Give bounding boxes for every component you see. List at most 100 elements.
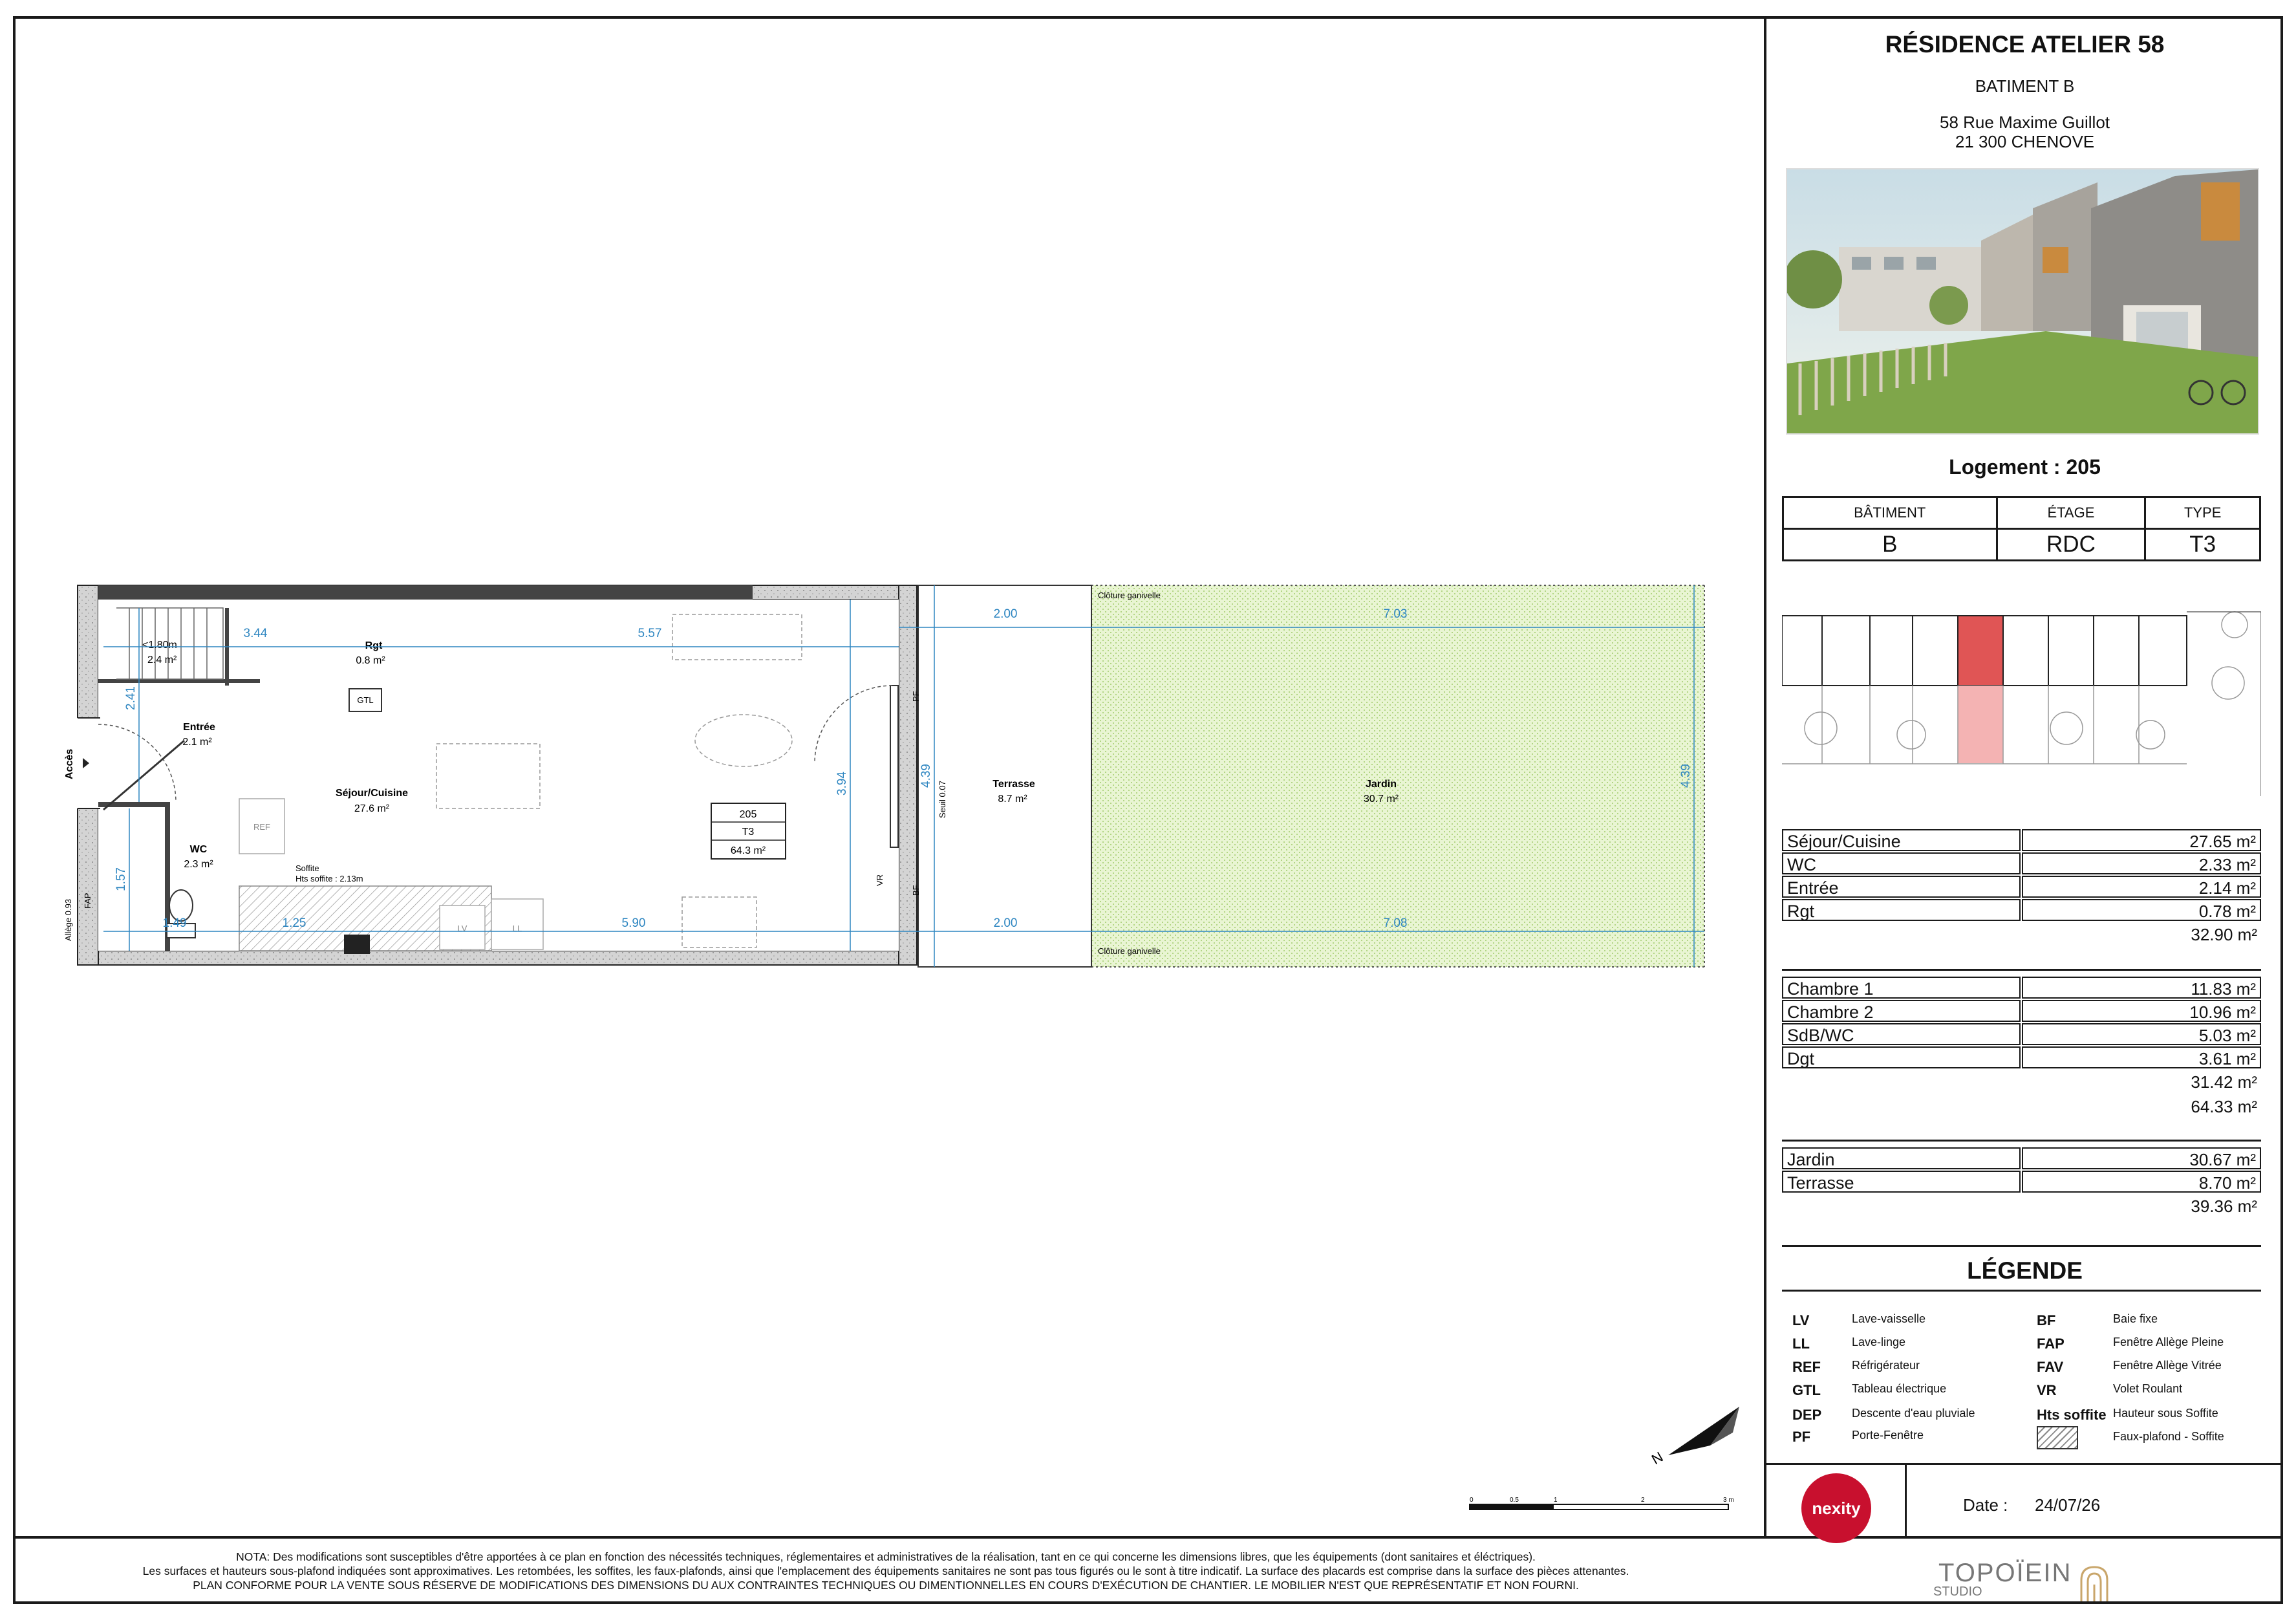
legend-code: GTL <box>1792 1382 1821 1398</box>
stairs-label: <1.80m <box>142 640 177 651</box>
legal-note: NOTA: Des modifications sont susceptible… <box>26 1550 1746 1592</box>
architect-logo: TOPOÏEIN <box>1938 1559 2072 1587</box>
scale-tick: 2 <box>1641 1497 1645 1504</box>
scale-tick: 3 m <box>1723 1497 1734 1504</box>
legend-code: Hts soffite <box>2037 1407 2107 1423</box>
ref-label: REF <box>253 822 270 832</box>
dim-7-03: 7.03 <box>1384 607 1408 621</box>
fap-label: FAP <box>83 893 92 909</box>
sejour-label: Séjour/Cuisine <box>336 788 408 799</box>
sejour-area: 27.6 m² <box>354 803 390 814</box>
header-type: TYPE <box>2144 496 2261 530</box>
header-batiment: BÂTIMENT <box>1782 496 1998 530</box>
surface-value: 2.14 m² <box>2022 876 2261 898</box>
residence-title: RÉSIDENCE ATELIER 58 <box>1885 31 2165 58</box>
architect-mark-icon <box>2078 1564 2117 1603</box>
value-batiment: B <box>1782 528 1998 561</box>
tag-area: 64.3 m² <box>731 845 766 856</box>
scale-tick: 1 <box>1554 1497 1558 1504</box>
divider <box>1782 1245 2261 1247</box>
date-value: 24/07/26 <box>2035 1495 2101 1515</box>
pf-label: PF <box>911 691 921 702</box>
legend-desc: Tableau électrique <box>1852 1382 1947 1395</box>
scale-tick: 0.5 <box>1510 1497 1519 1504</box>
legend-desc: Descente d'eau pluviale <box>1852 1407 1975 1420</box>
surfaces-exterieures: Jardin 30.67 m² Terrasse 8.70 m² 39.36 m² <box>1782 1147 2261 1218</box>
legend-code: VR <box>2037 1382 2057 1398</box>
soffite-hatch-swatch <box>2037 1426 2078 1449</box>
legend-code: FAP <box>2037 1336 2065 1352</box>
surface-value: 8.70 m² <box>2022 1171 2261 1193</box>
legend-desc: Réfrigérateur <box>1852 1359 1920 1372</box>
terrasse-label: Terrasse <box>992 779 1035 790</box>
seuil-label: Seuil 0.07 <box>938 781 947 818</box>
legend-code: BF <box>2037 1312 2056 1328</box>
surface-label: Séjour/Cuisine <box>1782 829 2021 851</box>
building-render-image <box>1786 168 2259 435</box>
rgt-area: 0.8 m² <box>356 655 385 666</box>
jardin-area-label: 30.7 m² <box>1364 794 1399 805</box>
header-etage: ÉTAGE <box>1995 496 2147 530</box>
vr-label: VR <box>875 874 885 886</box>
divider <box>1766 1463 2283 1465</box>
cloture-bottom: Clôture ganivelle <box>1098 946 1161 956</box>
dim-1-25: 1.25 <box>283 916 306 930</box>
north-arrow-icon: N <box>1642 1400 1746 1471</box>
gtl-label: GTL <box>357 695 373 705</box>
dim-3-44: 3.44 <box>244 627 268 640</box>
dim-4-39-right: 4.39 <box>1679 764 1693 788</box>
dim-4-39-left: 4.39 <box>919 764 933 788</box>
legend-desc: Lave-linge <box>1852 1336 1906 1348</box>
legend-code: DEP <box>1792 1407 1822 1423</box>
note-line: PLAN CONFORME POUR LA VENTE SOUS RÉSERVE… <box>193 1579 1579 1592</box>
legend-code: REF <box>1792 1359 1821 1375</box>
legend-desc: Lave-vaisselle <box>1852 1312 1926 1325</box>
info-table: BÂTIMENT ÉTAGE TYPE B RDC T3 <box>1782 496 2261 561</box>
nexity-logo-text: nexity <box>1812 1498 1861 1518</box>
cartouche-separator <box>1764 16 1766 1536</box>
surfaces-etage: Chambre 1 11.83 m² Chambre 2 10.96 m² SdB/… <box>1782 977 2261 1119</box>
total-rdc: 32.90 m² <box>2191 925 2257 944</box>
building-name: BATIMENT B <box>1975 76 2075 96</box>
jardin-area <box>1091 585 1704 967</box>
cloture-top: Clôture ganivelle <box>1098 590 1161 600</box>
dim-7-08: 7.08 <box>1384 916 1408 930</box>
legend-code: LL <box>1792 1336 1810 1352</box>
value-type: T3 <box>2144 528 2261 561</box>
legend-desc: Fenêtre Allège Pleine <box>2113 1336 2224 1348</box>
dim-2-00-top: 2.00 <box>994 607 1018 621</box>
rgt-label: Rgt <box>365 640 383 651</box>
legend-desc: Porte-Fenêtre <box>1852 1429 1924 1442</box>
address-line-1: 58 Rue Maxime Guillot <box>1940 113 2110 132</box>
date-label: Date : <box>1963 1495 2008 1515</box>
surface-label: SdB/WC <box>1782 1023 2021 1045</box>
surface-label: Dgt <box>1782 1046 2021 1068</box>
value-etage: RDC <box>1995 528 2147 561</box>
surface-label: Chambre 2 <box>1782 1000 2021 1022</box>
divider <box>1782 969 2261 971</box>
terrasse-area <box>917 585 1092 968</box>
dim-5-90: 5.90 <box>622 916 646 930</box>
logement-number: Logement : 205 <box>1949 455 2101 479</box>
tag-type: T3 <box>742 827 755 838</box>
legend-code: FAV <box>2037 1359 2064 1375</box>
soffite-height: Hts soffite : 2.13m <box>295 874 363 883</box>
total-habitable: 64.33 m² <box>2191 1097 2257 1116</box>
tag-number: 205 <box>740 809 757 820</box>
note-line: NOTA: Des modifications sont susceptible… <box>236 1550 1536 1563</box>
surface-label: Entrée <box>1782 876 2021 898</box>
divider <box>1905 1463 1907 1539</box>
surface-label: Jardin <box>1782 1147 2021 1169</box>
surface-label: Terrasse <box>1782 1171 2021 1193</box>
acces-label: Accès <box>65 749 75 779</box>
surface-value: 27.65 m² <box>2022 829 2261 851</box>
address-line-2: 21 300 CHENOVE <box>1955 132 2095 151</box>
floor-plan: GTL REF LV LL Soffite Hts soffite : 2.13… <box>63 569 1746 990</box>
stairs-area: 2.4 m² <box>147 655 177 666</box>
surface-value: 10.96 m² <box>2022 1000 2261 1022</box>
dim-2-41: 2.41 <box>124 686 138 710</box>
surface-label: Rgt <box>1782 899 2021 921</box>
scale-bar: 0 0.5 1 2 3 m <box>1468 1493 1739 1519</box>
nexity-logo: nexity <box>1801 1473 1871 1543</box>
surface-value: 30.67 m² <box>2022 1147 2261 1169</box>
